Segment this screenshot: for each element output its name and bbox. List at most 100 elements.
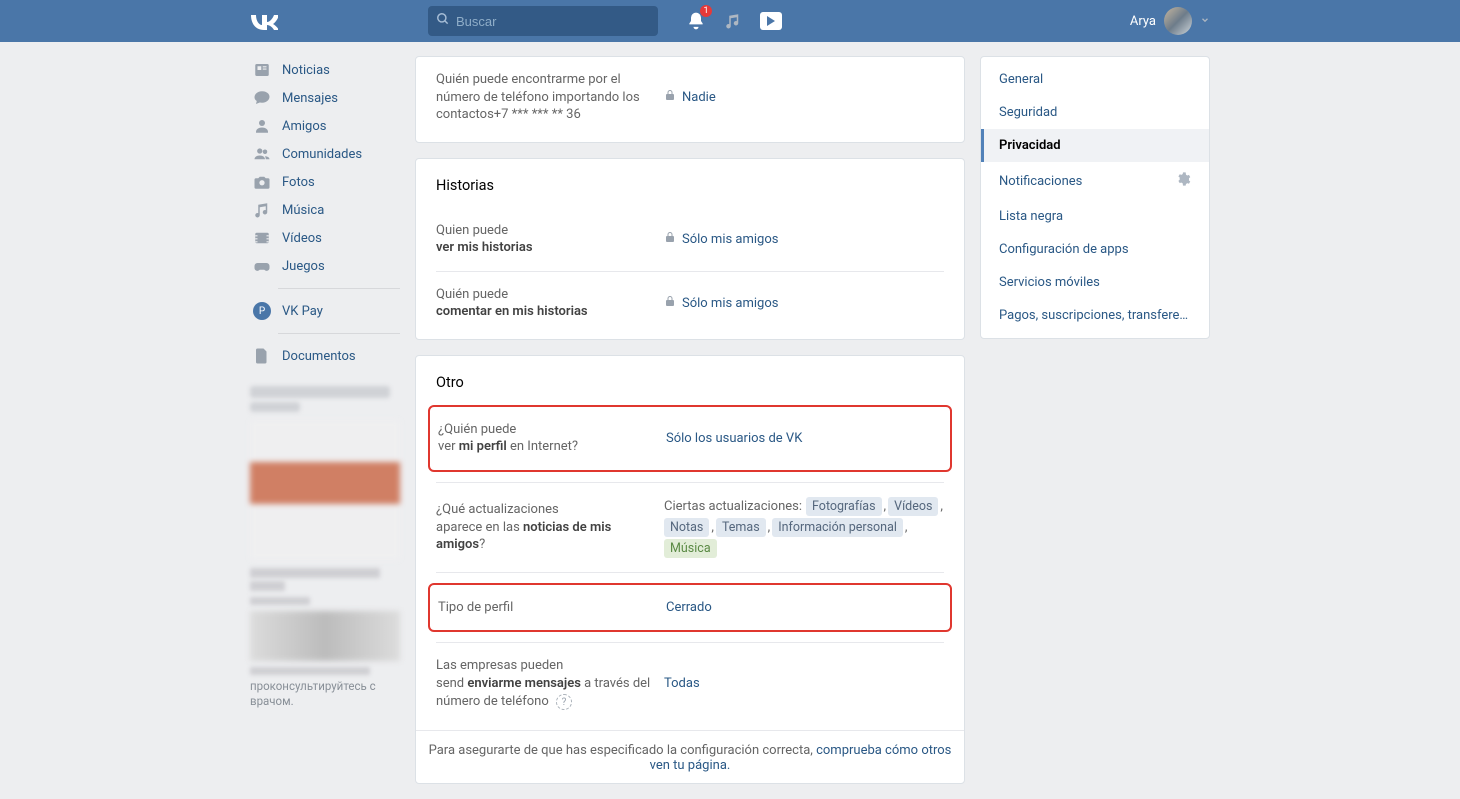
user-icon	[252, 117, 272, 135]
update-tag[interactable]: Vídeos	[888, 497, 938, 516]
search-icon	[436, 12, 450, 30]
ad-disclaimer: проконсультируйтесь с врачом.	[250, 679, 400, 709]
chevron-down-icon	[1200, 14, 1210, 29]
nav-comunidades[interactable]: Comunidades	[250, 140, 400, 168]
settings-nav-item[interactable]: Notificaciones	[981, 162, 1209, 200]
nav-separator	[278, 288, 400, 289]
user-menu[interactable]: Arya	[1130, 7, 1210, 35]
nav-label: Música	[282, 203, 324, 218]
film-icon	[252, 229, 272, 247]
update-tag[interactable]: Notas	[664, 518, 709, 537]
gear-icon[interactable]	[1175, 171, 1191, 191]
settings-nav-item[interactable]: Seguridad	[981, 96, 1209, 129]
ad-block[interactable]: проконсультируйтесь с врачом.	[250, 386, 400, 709]
setting-value[interactable]: Sólo los usuarios de VK	[666, 431, 942, 446]
comma: ,	[884, 499, 887, 514]
nav-noticias[interactable]: Noticias	[250, 56, 400, 84]
nav-fotos[interactable]: Fotos	[250, 168, 400, 196]
nav-item-label: Configuración de apps	[999, 242, 1129, 257]
settings-nav-item[interactable]: Pagos, suscripciones, transferencias	[981, 299, 1209, 332]
setting-label: Quién puede encontrarme por el número de…	[436, 71, 664, 124]
search-box[interactable]	[428, 6, 658, 36]
setting-row-stories-view: Quien puedever mis historias Sólo mis am…	[416, 208, 964, 271]
settings-nav-item[interactable]: Servicios móviles	[981, 266, 1209, 299]
nav-videos[interactable]: Vídeos	[250, 224, 400, 252]
nav-juegos[interactable]: Juegos	[250, 252, 400, 280]
setting-value[interactable]: Ciertas actualizaciones: Fotografías , V…	[664, 497, 944, 558]
settings-nav-item[interactable]: Privacidad	[981, 129, 1209, 162]
setting-row-profile-visibility: ¿Quién puedever mi perfil en Internet? S…	[430, 407, 950, 470]
notifications-badge: 1	[700, 5, 712, 17]
settings-nav-item[interactable]: Configuración de apps	[981, 233, 1209, 266]
left-sidebar: Noticias Mensajes Amigos Comunidades Fot…	[250, 56, 400, 709]
document-icon	[252, 347, 272, 365]
help-icon[interactable]: ?	[556, 694, 572, 710]
setting-row-stories-comment: Quién puedecomentar en mis historias Sól…	[416, 272, 964, 335]
setting-value[interactable]: Todas	[664, 676, 944, 691]
value-text: Sólo mis amigos	[682, 232, 778, 247]
notifications-icon[interactable]: 1	[686, 11, 706, 31]
comma: ,	[940, 499, 943, 514]
search-input[interactable]	[456, 14, 650, 29]
setting-value[interactable]: Nadie	[664, 89, 944, 105]
contact-section: Quién puede encontrarme por el número de…	[415, 56, 965, 143]
tags-prefix: Ciertas actualizaciones:	[664, 499, 802, 514]
section-title: Historias	[416, 159, 964, 208]
nav-separator	[278, 333, 400, 334]
setting-row-profile-type: Tipo de perfil Cerrado	[430, 585, 950, 631]
update-tag[interactable]: Fotografías	[806, 497, 882, 516]
nav-label: Juegos	[282, 259, 325, 274]
nav-label: Documentos	[282, 349, 356, 364]
setting-value[interactable]: Sólo mis amigos	[664, 231, 944, 247]
value-text: Sólo mis amigos	[682, 296, 778, 311]
value-text: Sólo los usuarios de VK	[666, 431, 802, 446]
setting-label: Quién puedecomentar en mis historias	[436, 286, 664, 321]
chat-icon	[252, 89, 272, 107]
nav-vkpay[interactable]: PVK Pay	[250, 297, 400, 325]
nav-documentos[interactable]: Documentos	[250, 342, 400, 370]
news-icon	[252, 61, 272, 79]
setting-value[interactable]: Cerrado	[666, 600, 942, 615]
ad-blur	[250, 568, 380, 578]
video-icon[interactable]	[760, 12, 782, 30]
setting-row-companies: Las empresas pueden send enviarme mensaj…	[416, 643, 964, 724]
ad-image	[250, 420, 400, 560]
ad-blur	[250, 581, 285, 591]
nav-amigos[interactable]: Amigos	[250, 112, 400, 140]
vk-logo[interactable]	[250, 12, 278, 30]
nav-item-label: Pagos, suscripciones, transferencias	[999, 308, 1189, 323]
setting-row-updates: ¿Qué actualizacionesaparece en las notic…	[416, 483, 964, 572]
footer-text: Para asegurarte de que has especificado …	[429, 743, 816, 758]
nav-label: Amigos	[282, 119, 326, 134]
value-text: Nadie	[682, 90, 716, 105]
gamepad-icon	[252, 257, 272, 275]
nav-item-label: Lista negra	[999, 209, 1063, 224]
update-tags: Ciertas actualizaciones: Fotografías , V…	[664, 497, 944, 558]
setting-label: Las empresas pueden send enviarme mensaj…	[436, 657, 664, 710]
nav-label: Vídeos	[282, 231, 322, 246]
value-text: Todas	[664, 676, 700, 691]
settings-main: Quién puede encontrarme por el número de…	[415, 56, 965, 799]
setting-row-phone-find: Quién puede encontrarme por el número de…	[416, 57, 964, 138]
update-tag[interactable]: Música	[664, 539, 717, 558]
lock-icon	[664, 231, 676, 247]
highlight-profile-visibility: ¿Quién puedever mi perfil en Internet? S…	[428, 405, 952, 472]
update-tag[interactable]: Información personal	[772, 518, 903, 537]
music-icon[interactable]	[724, 12, 742, 30]
setting-value[interactable]: Sólo mis amigos	[664, 295, 944, 311]
nav-item-label: General	[999, 72, 1043, 87]
nav-mensajes[interactable]: Mensajes	[250, 84, 400, 112]
settings-nav-item[interactable]: Lista negra	[981, 200, 1209, 233]
stories-section: Historias Quien puedever mis historias S…	[415, 158, 965, 340]
settings-nav-item[interactable]: General	[981, 63, 1209, 96]
ad-blur	[250, 402, 300, 412]
ad-blur	[250, 667, 370, 675]
nav-label: Noticias	[282, 63, 330, 78]
setting-label: Quien puedever mis historias	[436, 222, 664, 257]
settings-footer: Para asegurarte de que has especificado …	[416, 730, 964, 779]
update-tag[interactable]: Temas	[716, 518, 766, 537]
user-name: Arya	[1130, 14, 1156, 29]
pay-icon: P	[252, 302, 272, 320]
other-section: Otro ¿Quién puedever mi perfil en Intern…	[415, 355, 965, 784]
nav-musica[interactable]: Música	[250, 196, 400, 224]
